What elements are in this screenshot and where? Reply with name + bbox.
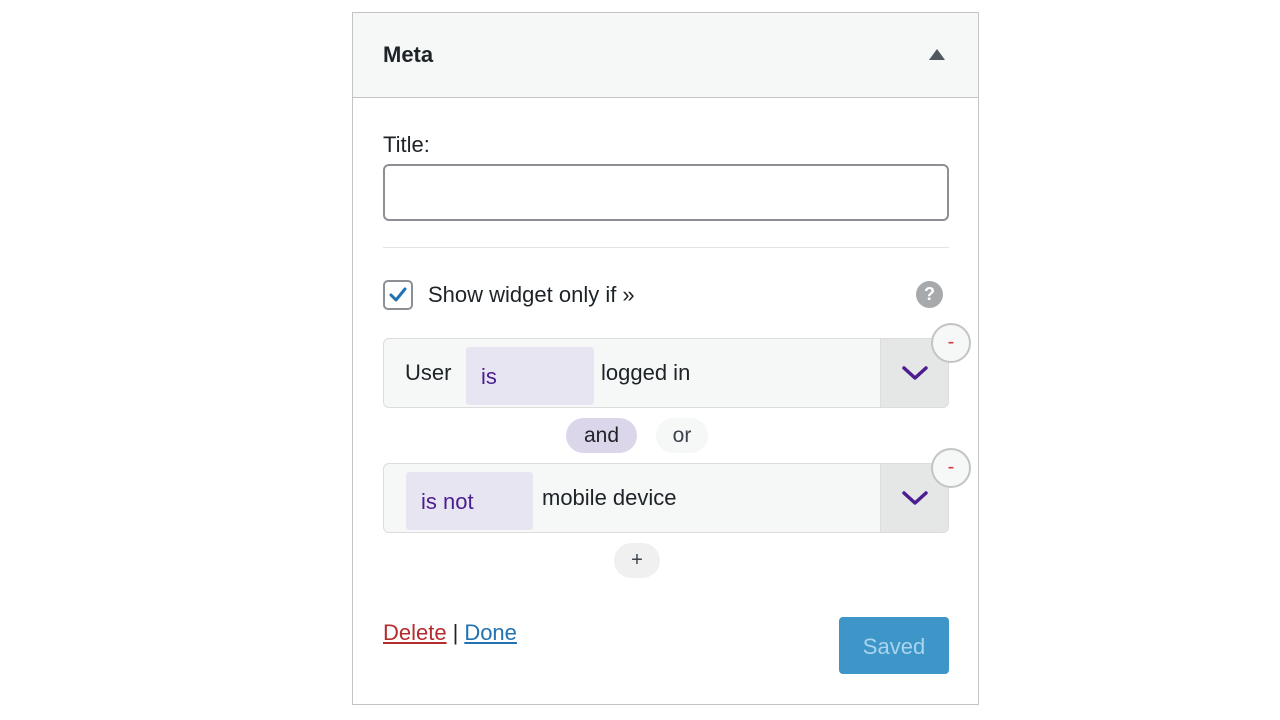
title-label: Title: — [383, 132, 430, 157]
triangle-up-icon[interactable] — [929, 49, 945, 60]
show-widget-label: Show widget only if » — [428, 282, 635, 307]
saved-button[interactable]: Saved — [839, 617, 949, 674]
remove-rule-button[interactable]: - — [931, 448, 971, 488]
chevron-down-icon — [902, 366, 928, 380]
widget-title: Meta — [383, 42, 434, 67]
operator-value: is not — [421, 489, 474, 514]
done-link[interactable]: Done — [464, 620, 517, 645]
operator-select[interactable]: is not — [406, 472, 533, 530]
widget-panel: Meta Title: Show widget only if » ? User… — [352, 12, 979, 705]
rule-value: logged in — [601, 360, 691, 385]
remove-rule-button[interactable]: - — [931, 323, 971, 363]
link-separator: | — [452, 620, 459, 645]
widget-header[interactable]: Meta — [353, 13, 978, 98]
title-input[interactable] — [383, 164, 949, 221]
checkmark-icon — [389, 287, 407, 302]
conjunction-and-button[interactable]: and — [566, 418, 637, 453]
divider — [383, 247, 949, 248]
chevron-down-icon — [902, 491, 928, 505]
show-widget-checkbox[interactable] — [383, 280, 413, 310]
help-icon[interactable]: ? — [916, 281, 943, 308]
rule-value: mobile device — [542, 485, 677, 510]
footer-links: Delete | Done — [383, 620, 517, 646]
delete-link[interactable]: Delete — [383, 620, 447, 645]
add-rule-button[interactable]: + — [614, 543, 660, 578]
operator-select[interactable]: is — [466, 347, 594, 405]
conjunction-or-button[interactable]: or — [656, 418, 708, 453]
rule-subject: User — [405, 360, 452, 385]
rule-row: User is logged in — [383, 338, 949, 408]
rule-row: is not mobile device — [383, 463, 949, 533]
operator-value: is — [481, 364, 497, 389]
